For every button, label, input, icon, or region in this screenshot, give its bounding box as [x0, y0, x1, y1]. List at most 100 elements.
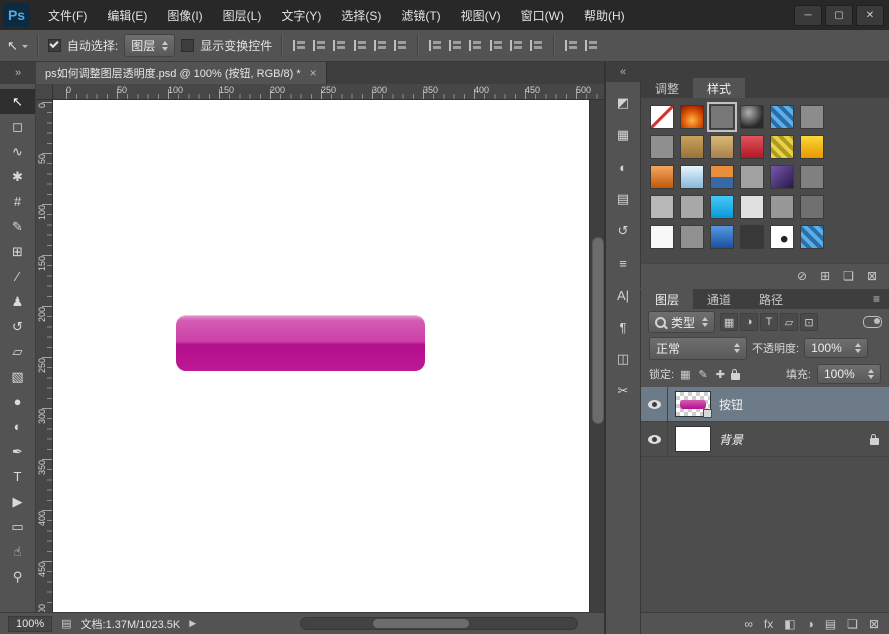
- align-bottom-edges-icon[interactable]: [332, 39, 347, 52]
- style-swatch[interactable]: [680, 165, 704, 189]
- link-layers-icon[interactable]: ∞: [744, 617, 753, 631]
- dodge-tool[interactable]: ◐: [0, 414, 35, 439]
- pen-tool[interactable]: ✒: [0, 439, 35, 464]
- new-layer-icon[interactable]: ❏: [847, 617, 858, 631]
- filter-type-layers-icon[interactable]: T: [760, 313, 778, 331]
- style-swatch[interactable]: [740, 195, 764, 219]
- lock-image-pixels-icon[interactable]: ✎: [698, 368, 707, 381]
- distribute-horizontal-centers-icon[interactable]: [509, 39, 524, 52]
- layer-group-icon[interactable]: ▤: [825, 617, 836, 631]
- layer-row-background[interactable]: 背景: [641, 422, 889, 457]
- rectangular-marquee-tool[interactable]: ◻: [0, 114, 35, 139]
- adjustment-layer-icon[interactable]: ◑: [807, 617, 814, 631]
- lock-position-icon[interactable]: ✚: [716, 368, 725, 381]
- style-swatch[interactable]: [710, 105, 734, 129]
- layer-thumbnail[interactable]: [675, 426, 711, 452]
- menu-item[interactable]: 文字(Y): [271, 0, 331, 30]
- panel-styles-icon[interactable]: ▤: [610, 188, 636, 210]
- link-style-icon[interactable]: ⊞: [820, 269, 830, 283]
- style-swatch[interactable]: [650, 195, 674, 219]
- delete-layer-icon[interactable]: ⊠: [869, 617, 879, 631]
- collapse-toolbox-icon[interactable]: »: [0, 62, 36, 84]
- filter-kind-dropdown[interactable]: 类型: [648, 311, 715, 333]
- distribute-bottom-edges-icon[interactable]: [468, 39, 483, 52]
- quick-selection-tool[interactable]: ✱: [0, 164, 35, 189]
- style-swatch[interactable]: [800, 105, 824, 129]
- tab-styles[interactable]: 样式: [693, 78, 745, 98]
- style-swatch[interactable]: [680, 225, 704, 249]
- style-swatch[interactable]: [740, 105, 764, 129]
- style-swatch[interactable]: [650, 225, 674, 249]
- style-swatch[interactable]: [770, 105, 794, 129]
- style-swatch[interactable]: [800, 165, 824, 189]
- zoom-tool[interactable]: ⚲: [0, 564, 35, 589]
- auto-select-checkbox[interactable]: [48, 39, 61, 52]
- menu-item[interactable]: 滤镜(T): [391, 0, 450, 30]
- move-tool[interactable]: ↖: [0, 89, 35, 114]
- style-swatch[interactable]: [710, 225, 734, 249]
- style-swatch[interactable]: [800, 195, 824, 219]
- panel-adjustments-icon[interactable]: ◐: [610, 156, 636, 178]
- gradient-tool[interactable]: ▧: [0, 364, 35, 389]
- filter-shape-layers-icon[interactable]: ▱: [780, 313, 798, 331]
- eyedropper-tool[interactable]: ✎: [0, 214, 35, 239]
- distribute-left-edges-icon[interactable]: [489, 39, 504, 52]
- crop-tool[interactable]: #: [0, 189, 35, 214]
- panel-swatches-icon[interactable]: ▦: [610, 124, 636, 146]
- align-vertical-centers-icon[interactable]: [312, 39, 327, 52]
- tab-paths[interactable]: 路径: [745, 289, 797, 309]
- style-swatch[interactable]: [710, 165, 734, 189]
- layer-thumbnail[interactable]: [675, 391, 711, 417]
- lasso-tool[interactable]: ∿: [0, 139, 35, 164]
- style-swatch[interactable]: [800, 135, 824, 159]
- distribute-right-edges-icon[interactable]: [529, 39, 544, 52]
- document-tab[interactable]: ps如何调整图层透明度.psd @ 100% (按钮, RGB/8) * ×: [36, 62, 327, 84]
- style-swatch[interactable]: [650, 135, 674, 159]
- auto-align-layers-icon[interactable]: [564, 39, 579, 52]
- panel-scissors-icon[interactable]: ✂: [610, 380, 636, 402]
- style-swatch[interactable]: [710, 195, 734, 219]
- panel-character-icon[interactable]: A|: [610, 284, 636, 306]
- close-button[interactable]: ✕: [856, 5, 884, 26]
- history-brush-tool[interactable]: ↺: [0, 314, 35, 339]
- menu-item[interactable]: 选择(S): [331, 0, 391, 30]
- spot-healing-brush-tool[interactable]: ⊞: [0, 239, 35, 264]
- visibility-toggle[interactable]: [641, 422, 668, 456]
- align-horizontal-centers-icon[interactable]: [373, 39, 388, 52]
- eraser-tool[interactable]: ▱: [0, 339, 35, 364]
- show-transform-checkbox[interactable]: [181, 39, 194, 52]
- tab-layers[interactable]: 图层: [641, 289, 693, 309]
- tab-adjustments[interactable]: 调整: [641, 78, 693, 98]
- menu-item[interactable]: 帮助(H): [574, 0, 635, 30]
- style-swatch[interactable]: [650, 165, 674, 189]
- style-swatch[interactable]: [680, 135, 704, 159]
- style-swatch[interactable]: [770, 165, 794, 189]
- fill-field[interactable]: 100%: [817, 364, 881, 384]
- panel-properties-icon[interactable]: ≡: [610, 252, 636, 274]
- distribute-vertical-centers-icon[interactable]: [448, 39, 463, 52]
- path-selection-tool[interactable]: ▶: [0, 489, 35, 514]
- blend-mode-dropdown[interactable]: 正常: [649, 337, 747, 360]
- hand-tool[interactable]: ☝: [0, 539, 35, 564]
- filter-adjustment-layers-icon[interactable]: ◑: [740, 313, 758, 331]
- blur-tool[interactable]: ●: [0, 389, 35, 414]
- layer-row-button[interactable]: 按钮: [641, 387, 889, 422]
- clear-style-icon[interactable]: ⊘: [797, 269, 807, 283]
- vertical-ruler[interactable]: 050100150200250300350400450500: [36, 100, 53, 612]
- rectangle-tool[interactable]: ▭: [0, 514, 35, 539]
- style-swatch[interactable]: [740, 225, 764, 249]
- zoom-level-field[interactable]: 100%: [8, 616, 52, 632]
- panel-paragraph-icon[interactable]: ¶: [610, 316, 636, 338]
- style-swatch[interactable]: [800, 225, 824, 249]
- layer-name[interactable]: 背景: [719, 431, 743, 448]
- clone-stamp-tool[interactable]: ♟: [0, 289, 35, 314]
- lock-all-icon[interactable]: [731, 373, 740, 380]
- status-popup-arrow-icon[interactable]: ▶: [189, 618, 196, 629]
- new-style-icon[interactable]: ❏: [843, 269, 854, 283]
- style-swatch[interactable]: [740, 165, 764, 189]
- collapse-panels-icon[interactable]: «: [606, 62, 640, 82]
- filter-pixel-layers-icon[interactable]: ▦: [720, 313, 738, 331]
- filter-toggle-icon[interactable]: [863, 316, 882, 328]
- layer-style-icon[interactable]: fx: [764, 617, 773, 631]
- style-swatch[interactable]: [740, 135, 764, 159]
